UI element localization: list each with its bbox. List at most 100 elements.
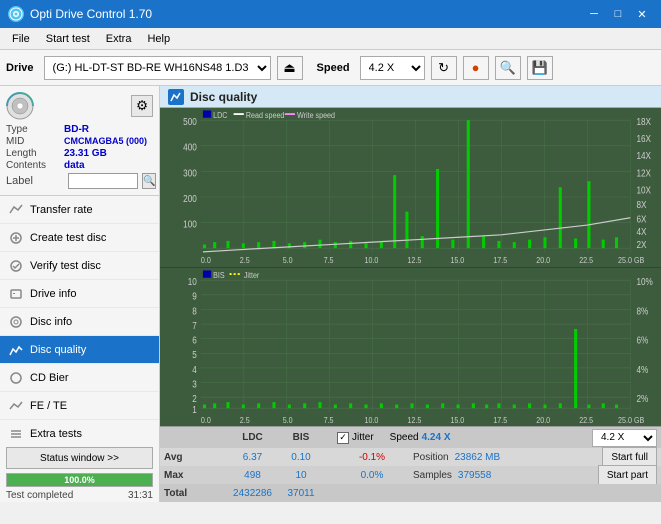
nav-extra-tests[interactable]: Extra tests [0, 420, 159, 443]
start-full-button[interactable]: Start full [602, 447, 657, 467]
nav-disc-quality[interactable]: Disc quality [0, 336, 159, 364]
avg-jitter: -0.1% [347, 452, 397, 463]
disc-info-icon [8, 314, 24, 330]
disc-label-icon-button[interactable]: 🔍 [142, 173, 156, 189]
disc-type-label: Type [6, 124, 64, 135]
disc-type-row: Type BD-R [6, 124, 153, 135]
start-part-button[interactable]: Start part [598, 465, 657, 485]
progress-fill: 100.0% [7, 474, 152, 486]
app-title: Opti Drive Control 1.70 [30, 7, 152, 21]
main-area: ⚙ Type BD-R MID CMCMAGBA5 (000) Length 2… [0, 86, 661, 502]
svg-text:16X: 16X [636, 133, 651, 144]
drive-label: Drive [6, 62, 34, 74]
samples-value: 379558 [458, 470, 491, 481]
total-stats-row: Total 2432286 37011 [160, 484, 661, 502]
maximize-button[interactable]: □ [607, 4, 629, 24]
svg-text:25.0 GB: 25.0 GB [618, 415, 644, 425]
disc-header: ⚙ [6, 92, 153, 120]
svg-text:5.0: 5.0 [283, 415, 293, 425]
svg-text:15.0: 15.0 [450, 415, 464, 425]
disc-contents-label: Contents [6, 160, 64, 171]
speed-label: Speed [317, 62, 350, 74]
ldc-header: LDC [230, 432, 275, 443]
svg-text:2.5: 2.5 [240, 255, 250, 265]
close-button[interactable]: ✕ [631, 4, 653, 24]
svg-text:22.5: 22.5 [579, 255, 593, 265]
svg-text:10.0: 10.0 [364, 255, 378, 265]
svg-text:18X: 18X [636, 116, 651, 127]
disc-contents-value: data [64, 160, 85, 171]
disc-label-row: Label 🔍 [6, 173, 153, 189]
position-value: 23862 MB [455, 452, 501, 463]
max-ldc: 498 [230, 470, 275, 481]
disc-length-row: Length 23.31 GB [6, 148, 153, 159]
svg-text:20.0: 20.0 [536, 415, 550, 425]
disc-mid-row: MID CMCMAGBA5 (000) [6, 136, 153, 147]
refresh-button[interactable]: ↻ [431, 56, 457, 80]
svg-text:10X: 10X [636, 185, 651, 196]
progress-bar: 100.0% [6, 473, 153, 487]
disc-label-input[interactable] [68, 173, 138, 189]
disc-settings-button[interactable]: ⚙ [131, 95, 153, 117]
nav-drive-info-label: Drive info [30, 288, 76, 300]
status-window-button[interactable]: Status window >> [6, 447, 153, 469]
svg-text:Read speed: Read speed [246, 110, 285, 120]
status-area: Status window >> 100.0% Test completed 3… [0, 443, 159, 502]
svg-text:8X: 8X [636, 199, 646, 210]
nav-create-test-disc[interactable]: Create test disc [0, 224, 159, 252]
disc-label-label: Label [6, 175, 64, 187]
svg-text:2X: 2X [636, 240, 646, 251]
svg-text:300: 300 [183, 168, 197, 179]
max-label: Max [164, 470, 224, 481]
svg-text:7.5: 7.5 [324, 255, 334, 265]
nav-fe-te[interactable]: FE / TE [0, 392, 159, 420]
speed-select-small[interactable]: 4.2 X [592, 429, 657, 447]
burn-button[interactable]: ● [463, 56, 489, 80]
menu-bar: File Start test Extra Help [0, 28, 661, 50]
menu-extra[interactable]: Extra [98, 31, 140, 47]
svg-text:4%: 4% [636, 364, 648, 375]
drive-info-icon [8, 286, 24, 302]
nav-verify-test-disc[interactable]: Verify test disc [0, 252, 159, 280]
app-icon [8, 6, 24, 22]
nav-cd-bier-label: CD Bier [30, 372, 69, 384]
scan-button[interactable]: 🔍 [495, 56, 521, 80]
ldc-chart: 500 400 300 200 100 18X 16X 14X 12X 10X … [160, 108, 661, 268]
drive-select[interactable]: (G:) HL-DT-ST BD-RE WH16NS48 1.D3 [44, 56, 271, 80]
svg-text:400: 400 [183, 142, 197, 153]
nav-drive-info[interactable]: Drive info [0, 280, 159, 308]
minimize-button[interactable]: ─ [583, 4, 605, 24]
samples-label: Samples [413, 470, 452, 481]
title-bar: Opti Drive Control 1.70 ─ □ ✕ [0, 0, 661, 28]
avg-label: Avg [164, 452, 224, 463]
save-button[interactable]: 💾 [527, 56, 553, 80]
start-part-btn-area: Start part [598, 465, 657, 485]
nav-disc-info-label: Disc info [30, 316, 72, 328]
svg-text:10: 10 [188, 276, 197, 287]
max-bis: 10 [281, 470, 321, 481]
eject-button[interactable]: ⏏ [277, 56, 303, 80]
nav-cd-bier[interactable]: CD Bier [0, 364, 159, 392]
speed-info-area: Speed 4.24 X [390, 432, 451, 443]
jitter-checkbox[interactable]: ✓ [337, 432, 349, 444]
menu-start-test[interactable]: Start test [38, 31, 98, 47]
menu-help[interactable]: Help [139, 31, 178, 47]
ldc-chart-svg: 500 400 300 200 100 18X 16X 14X 12X 10X … [160, 108, 661, 267]
svg-text:15.0: 15.0 [450, 255, 464, 265]
nav-verify-test-disc-label: Verify test disc [30, 260, 101, 272]
nav-transfer-rate[interactable]: Transfer rate [0, 196, 159, 224]
svg-text:LDC: LDC [213, 110, 228, 120]
speed-select[interactable]: 4.2 X [360, 56, 425, 80]
menu-file[interactable]: File [4, 31, 38, 47]
disc-type-value: BD-R [64, 124, 89, 135]
svg-text:0.0: 0.0 [201, 255, 211, 265]
content-area: Disc quality [160, 86, 661, 502]
svg-text:8%: 8% [636, 305, 648, 316]
svg-text:12X: 12X [636, 168, 651, 179]
speed-value: 4.24 X [422, 432, 451, 443]
status-text-label: Test completed [6, 490, 73, 501]
svg-text:14X: 14X [636, 151, 651, 162]
svg-text:10.0: 10.0 [364, 415, 378, 425]
extra-tests-icon [8, 426, 24, 442]
nav-disc-info[interactable]: Disc info [0, 308, 159, 336]
